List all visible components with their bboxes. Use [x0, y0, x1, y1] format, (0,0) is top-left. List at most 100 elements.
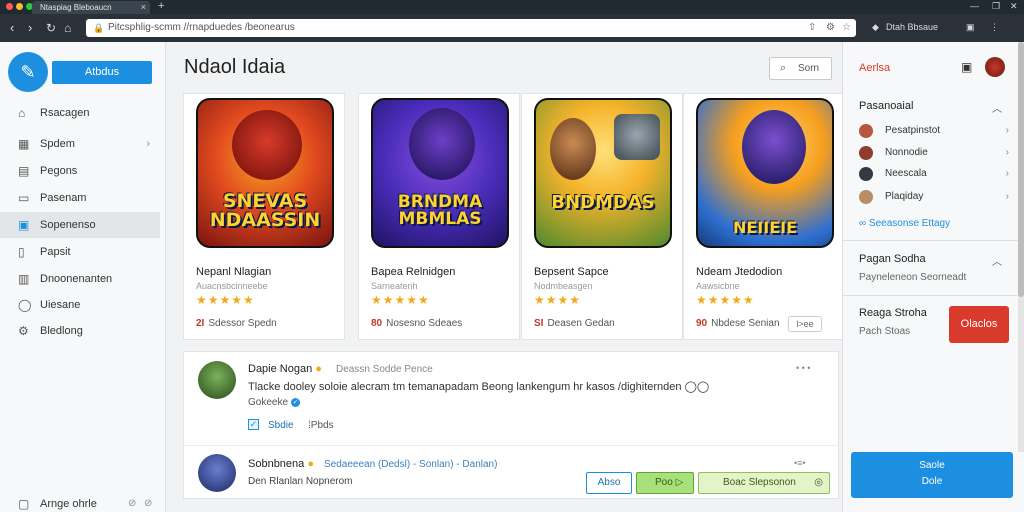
action-button-1[interactable]: Abso — [586, 472, 632, 494]
sidebar-item-8[interactable]: ⚙ Bledlong — [0, 318, 160, 344]
home-icon: ⌂ — [18, 106, 26, 120]
post-tag-text: Pbds — [310, 420, 334, 431]
scrollbar-thumb[interactable] — [1018, 42, 1024, 297]
extension-icon[interactable]: ◆ — [872, 22, 879, 33]
chevron-up-icon[interactable]: ︿ — [992, 100, 1002, 115]
post-menu-icon[interactable]: •≡• — [794, 458, 806, 468]
sidebar-item-7[interactable]: ◯ Uiesane — [0, 292, 160, 318]
action-button-3[interactable]: Boac Slepsonon ◎ — [698, 472, 830, 494]
brand-button[interactable]: Atbdus — [52, 61, 152, 84]
post-author[interactable]: Sobnbnena ● — [248, 458, 314, 470]
game-card[interactable]: BNDMDAS Bepsent Sapce Nodmbeasgen ★★★★ S… — [521, 93, 683, 340]
forward-icon[interactable]: › — [28, 20, 32, 36]
sidebar-item-5[interactable]: ▯ Papsit — [0, 239, 160, 265]
sidebar-item-1[interactable]: ▦ Spdem › — [0, 131, 160, 157]
see-all-link[interactable]: ∞ Seeasonse Ettagy — [859, 218, 950, 229]
friend-name: Plaqiday — [885, 191, 924, 202]
home-nav-icon[interactable]: ⌂ — [64, 20, 71, 36]
card-footer-text: Deasen Gedan — [547, 318, 615, 329]
game-art-title: SNEVAS NDAASSIN — [209, 190, 321, 231]
game-card[interactable]: SNEVAS NDAASSIN Nepanl Nlagian Auacnsbci… — [183, 93, 345, 340]
scrollbar[interactable] — [1018, 42, 1024, 452]
reaction-icon[interactable]: ◯◯ — [685, 381, 710, 393]
browser-toolbar: ‹ › ↻ ⌂ 🔒 Pitcsphlig-scmm //rnapduedes /… — [0, 14, 1024, 42]
share-icon[interactable]: ⇧ — [808, 19, 816, 37]
chevron-up-icon[interactable]: ︿ — [992, 253, 1002, 268]
sidebar-item-6[interactable]: ▥ Dnoonenanten — [0, 266, 160, 292]
sidebar-item-label: Uiesane — [40, 299, 81, 311]
sidebar-item-label: Papsit — [40, 246, 71, 258]
friend-row[interactable]: Pesatpinstot › — [859, 121, 1009, 141]
user-avatar[interactable] — [985, 57, 1005, 77]
section-subtitle: Pach Stoas — [859, 326, 911, 337]
sidebar-item-2[interactable]: ▤ Pegons — [0, 158, 160, 184]
avatar[interactable] — [198, 454, 236, 492]
avatar[interactable] — [198, 361, 236, 399]
card-footer: 2I Sdessor Spedn — [196, 318, 277, 329]
chevron-right-icon: › — [1005, 191, 1009, 202]
profile-icon[interactable]: ▣ — [966, 22, 975, 33]
game-art-title: NEIIEIE — [732, 218, 798, 237]
game-subtitle: Auacnsbcinneebe — [196, 281, 268, 291]
section-title: Reaga Stroha — [859, 307, 927, 319]
game-subtitle: Nodmbeasgen — [534, 281, 593, 291]
section-subtitle: Payneleneon Seorneadt — [859, 272, 967, 283]
post-link-text: Gokeeke — [248, 397, 289, 408]
divider — [843, 240, 1023, 241]
checkbox-label[interactable]: Sbdie — [268, 420, 294, 431]
game-subtitle: Sarneatenh — [371, 281, 418, 291]
friend-row[interactable]: Nonnodie › — [859, 143, 1009, 163]
search-icon: ⌕ — [780, 62, 787, 74]
minimize-window-icon[interactable] — [16, 3, 23, 10]
reload-icon[interactable]: ↻ — [46, 20, 56, 36]
sidebar-item-0[interactable]: ⌂ Rsacagen — [0, 100, 160, 126]
close-window-icon[interactable] — [6, 3, 13, 10]
card-more-button[interactable]: l>ee — [788, 316, 822, 332]
sidebar-item-label: Sopenenso — [40, 219, 96, 231]
address-bar[interactable]: 🔒 Pitcsphlig-scmm //rnapduedes /beonearu… — [86, 19, 856, 37]
minimize-icon[interactable]: — — [970, 0, 979, 13]
help-icon[interactable]: ⊘ — [128, 494, 136, 512]
red-action-button[interactable]: Olaclos — [949, 306, 1009, 343]
brand-logo-icon[interactable]: ✎ — [8, 52, 48, 92]
sidebar-footer[interactable]: ▢ Arnge ohrle ⊘ ⊘ — [0, 494, 166, 512]
folder-icon: ▭ — [18, 191, 30, 205]
character-figure — [232, 110, 302, 180]
doc-icon: ▤ — [18, 164, 30, 178]
notification-icon[interactable]: ▣ — [961, 60, 972, 74]
checkbox[interactable]: ✓ — [248, 419, 259, 430]
post-author[interactable]: Dapie Nogan ● — [248, 363, 322, 375]
see-all-link-text: Seeasonse Ettagy — [868, 218, 951, 229]
right-panel: Aerlsa ▣ Pasanoaial ︿ Pesatpinstot › Non… — [842, 42, 1024, 512]
post-author-name: Sobnbnena — [248, 458, 305, 470]
user-icon: ◯ — [18, 298, 32, 312]
friend-row[interactable]: Plaqiday › — [859, 187, 1009, 207]
new-tab-button[interactable]: + — [158, 0, 164, 13]
sidebar-item-4[interactable]: ▣ Sopenenso — [0, 212, 160, 238]
star-icon[interactable]: ☆ — [842, 19, 851, 37]
tab-close-icon[interactable]: × — [141, 1, 146, 14]
rating-stars: ★★★★★ — [696, 293, 755, 307]
settings-small-icon[interactable]: ⚙ — [826, 19, 835, 37]
game-card[interactable]: BRNDMA MBMLAS Bapea Relnidgen Sarneatenh… — [358, 93, 520, 340]
close-icon[interactable]: ✕ — [1010, 0, 1018, 13]
post-link[interactable]: Gokeeke ✓ — [248, 397, 301, 408]
restore-icon[interactable]: ❐ — [992, 0, 1000, 13]
game-name: Bepsent Sapce — [534, 266, 609, 278]
sidebar-item-3[interactable]: ▭ Pasenam — [0, 185, 160, 211]
action-button-2[interactable]: Poo ▷ — [636, 472, 694, 494]
sidebar-item-label: Dnoonenanten — [40, 273, 113, 285]
settings-footer-icon[interactable]: ⊘ — [144, 494, 152, 512]
post-tag[interactable]: ⁞Pbds — [308, 420, 334, 431]
post-menu-icon[interactable]: • • • — [796, 363, 810, 373]
primary-action-button[interactable]: Saole Dole — [851, 452, 1013, 498]
browser-tab[interactable]: Ntaspiag Bleboaucn × — [32, 1, 150, 14]
url-text: Pitcsphlig-scmm //rnapduedes /beonearus — [108, 22, 295, 33]
extension-label[interactable]: Dtah Bbsaue — [886, 22, 938, 32]
back-icon[interactable]: ‹ — [10, 20, 14, 36]
menu-icon[interactable]: ⋮ — [990, 22, 999, 33]
game-card[interactable]: NEIIEIE Ndeam Jtedodion Aawsicbne ★★★★★ … — [683, 93, 845, 340]
search-button[interactable]: ⌕ Sorn — [769, 57, 832, 80]
review-count: 90 — [696, 318, 708, 329]
friend-row[interactable]: Neescala › — [859, 164, 1009, 184]
